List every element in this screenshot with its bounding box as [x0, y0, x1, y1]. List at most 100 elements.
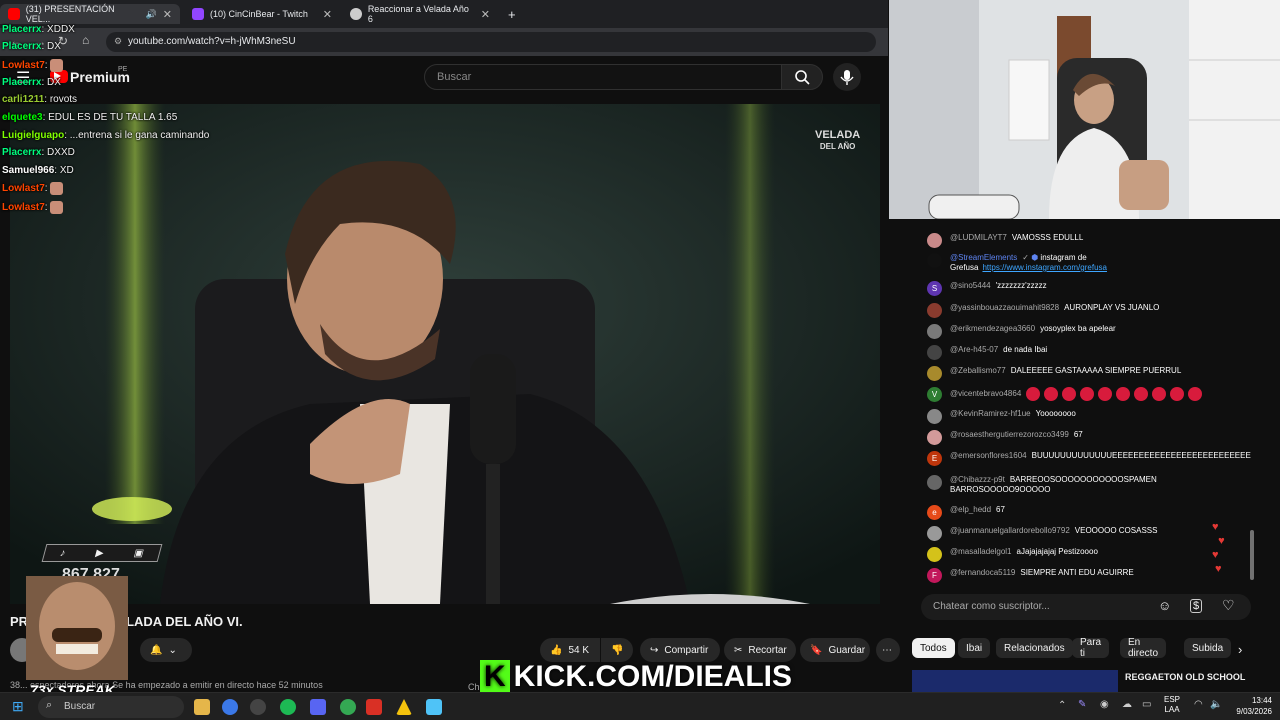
chat-message[interactable]: F @fernandoca5119 SIEMPRE ANTI EDU AGUIRRE: [927, 568, 1237, 583]
chat-message[interactable]: @rosaesthergutierrezorozco3499 67: [927, 430, 1237, 445]
chat-author[interactable]: @emersonflores1604: [950, 451, 1027, 460]
app-red-icon[interactable]: [366, 699, 382, 715]
chat-author-avatar[interactable]: [927, 233, 942, 248]
chat-author-avatar[interactable]: e: [927, 505, 942, 520]
next-video-thumbnail[interactable]: [912, 670, 1118, 692]
chat-link[interactable]: https://www.instagram.com/grefusa: [982, 263, 1107, 272]
chat-message[interactable]: e @elp_hedd 67: [927, 505, 1237, 520]
chat-author-avatar[interactable]: [927, 547, 942, 562]
chat-author[interactable]: @fernandoca5119: [950, 568, 1015, 577]
chat-message[interactable]: E @emersonflores1604 BUUUUUUUUUUUUUEEEEEEE…: [927, 451, 1251, 466]
heart-icon[interactable]: ♡: [1222, 597, 1235, 614]
chat-author[interactable]: @Zeballismo77: [950, 366, 1006, 375]
chat-author-avatar[interactable]: [927, 475, 942, 490]
chat-message[interactable]: @masalladelgol1 aJajajajajaj Pestizoooo: [927, 547, 1237, 562]
chat-author-avatar[interactable]: [927, 324, 942, 339]
subscribe-bell-button[interactable]: 🔔 ⌄: [140, 638, 192, 662]
filter-chip[interactable]: Todos: [912, 638, 955, 658]
chat-message[interactable]: @LUDMILAYT7 VAMOSSS EDULLL: [927, 233, 1237, 248]
chat-author[interactable]: @LUDMILAYT7: [950, 233, 1007, 242]
chat-author-avatar[interactable]: [927, 430, 942, 445]
chat-author-avatar[interactable]: [927, 253, 942, 268]
chat-author[interactable]: @KevinRamirez-hf1ue: [950, 409, 1031, 418]
wifi-icon[interactable]: ◠: [1194, 699, 1203, 710]
warning-icon[interactable]: [396, 699, 412, 715]
chat-author[interactable]: @Are-h45-07: [950, 345, 998, 354]
chat-author[interactable]: @yassinbouazzaouimahit9828: [950, 303, 1059, 312]
chat-author[interactable]: @vicentebravo4864: [950, 389, 1021, 398]
chat-message[interactable]: @StreamElements ✓ ⬢ instagram de Grefusa h…: [927, 253, 1237, 273]
network-icon[interactable]: ☁: [1122, 699, 1132, 710]
discord-icon[interactable]: [310, 699, 326, 715]
chevron-right-icon[interactable]: ›: [1238, 642, 1242, 657]
chat-author-avatar[interactable]: V: [927, 387, 942, 402]
chat-author[interactable]: @masalladelgol1: [950, 547, 1012, 556]
emoji-icon[interactable]: ☺: [1158, 598, 1171, 613]
chat-message[interactable]: V @vicentebravo4864: [927, 387, 1237, 402]
like-button[interactable]: 👍 54 K: [540, 638, 600, 662]
taskbar-search[interactable]: ⌕ Buscar: [38, 696, 184, 718]
chat-message[interactable]: @yassinbouazzaouimahit9828 AURONPLAY VS J…: [927, 303, 1237, 318]
windows-start-icon[interactable]: ⊞: [12, 698, 24, 715]
notepad-icon[interactable]: [426, 699, 442, 715]
chat-author[interactable]: @juanmanuelgallardorebollo9792: [950, 526, 1070, 535]
chat-author[interactable]: @sino5444: [950, 281, 991, 290]
save-button[interactable]: 🔖 Guardar: [800, 638, 870, 662]
voice-search-button[interactable]: [833, 63, 861, 91]
stream-chat-line: Lowlast7:: [2, 59, 64, 72]
clip-button[interactable]: ✂ Recortar: [724, 638, 796, 662]
clock[interactable]: 13:44 9/03/2026: [1228, 695, 1272, 717]
chrome-alt-icon[interactable]: [340, 699, 356, 715]
chat-message[interactable]: @Are-h45-07 de nada Ibai: [927, 345, 1237, 360]
chat-message[interactable]: @Zeballismo77 DALEEEEE GASTAAAAA SIEMPRE …: [927, 366, 1237, 381]
chat-author-avatar[interactable]: S: [927, 281, 942, 296]
tray-monitor-icon[interactable]: ▭: [1142, 699, 1151, 710]
dislike-button[interactable]: 👎: [601, 638, 633, 662]
filter-chip[interactable]: Ibai: [958, 638, 991, 658]
more-actions-button[interactable]: ⋯: [876, 638, 900, 662]
chat-text: 'zzzzzzz'zzzzz: [995, 281, 1047, 290]
streak-meme-image: [26, 576, 128, 680]
filter-chip[interactable]: Subida: [1184, 638, 1232, 658]
chat-author-avatar[interactable]: F: [927, 568, 942, 583]
spotify-icon[interactable]: [280, 699, 296, 715]
chat-author-avatar[interactable]: E: [927, 451, 942, 466]
chat-author[interactable]: @rosaesthergutierrezorozco3499: [950, 430, 1069, 439]
chat-author-avatar[interactable]: [927, 409, 942, 424]
volume-icon[interactable]: 🔈: [1210, 699, 1222, 710]
chat-message[interactable]: S @sino5444 'zzzzzzz'zzzzz: [927, 281, 1237, 296]
tray-app-icon[interactable]: ◉: [1100, 699, 1109, 710]
new-tab-button[interactable]: +: [500, 4, 524, 24]
chrome-icon[interactable]: [222, 699, 238, 715]
chat-author[interactable]: @elp_hedd: [950, 505, 991, 514]
next-video-title[interactable]: REGGAETON OLD SCHOOL: [1125, 672, 1245, 682]
language-indicator[interactable]: ESP LAA: [1164, 695, 1180, 715]
close-tab-icon[interactable]: ✕: [481, 8, 490, 21]
chat-author-avatar[interactable]: [927, 366, 942, 381]
chat-author[interactable]: @Chibazzz-p9t: [950, 475, 1005, 484]
stream-chat-user: Placerrx: [2, 77, 42, 88]
chat-author-avatar[interactable]: [927, 345, 942, 360]
chat-message[interactable]: @Chibazzz-p9t BARREOOSOOOOOOOOOOOSPAMEN B…: [927, 475, 1237, 495]
chat-author[interactable]: @erikmendezagea3660: [950, 324, 1035, 333]
super-chat-icon[interactable]: $: [1190, 599, 1203, 613]
filter-chip[interactable]: En directo: [1120, 637, 1167, 659]
file-explorer-icon[interactable]: [194, 699, 210, 715]
pen-icon[interactable]: ✎: [1078, 699, 1086, 710]
tray-chevron-icon[interactable]: ⌃: [1058, 700, 1066, 711]
chat-author-avatar[interactable]: [927, 303, 942, 318]
chat-author-avatar[interactable]: [927, 526, 942, 541]
search-input[interactable]: Buscar: [424, 64, 782, 90]
chat-message[interactable]: @juanmanuelgallardorebollo9792 VEOOOOO CO…: [927, 526, 1237, 541]
search-button[interactable]: [781, 64, 823, 90]
chat-author[interactable]: @StreamElements: [950, 253, 1017, 262]
clock-date: 9/03/2026: [1236, 707, 1272, 716]
chat-scrollbar[interactable]: [1250, 530, 1254, 580]
obs-icon[interactable]: [250, 699, 266, 715]
filter-chip[interactable]: Para ti: [1072, 637, 1110, 659]
filter-chip[interactable]: Relacionados: [996, 638, 1073, 658]
chat-message[interactable]: @erikmendezagea3660 yosoyplex ba apelear: [927, 324, 1237, 339]
chat-message[interactable]: @KevinRamirez-hf1ue Yoooooooo: [927, 409, 1237, 424]
tab-reaccionar[interactable]: Reaccionar a Velada Año 6 ✕: [342, 4, 498, 24]
share-button[interactable]: ↪ Compartir: [640, 638, 720, 662]
